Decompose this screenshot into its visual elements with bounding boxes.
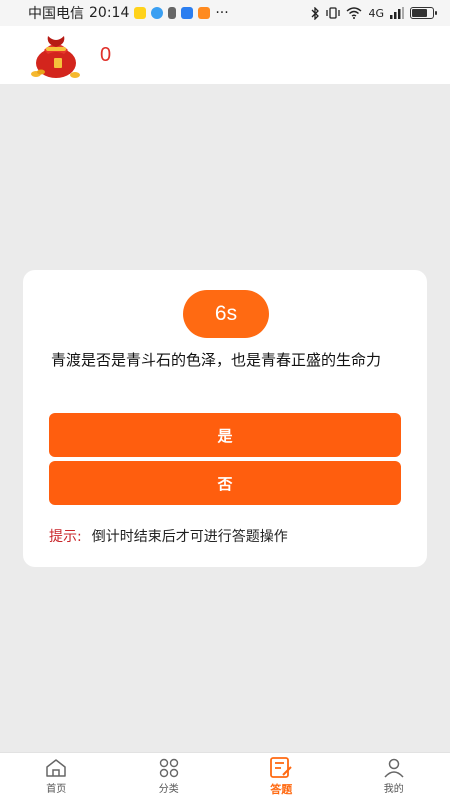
video-notification-icon [198,7,211,19]
bluetooth-icon [312,6,320,20]
battery-saver-icon [168,7,177,19]
shield-notification-icon [151,7,164,19]
hint: 提示: 倒计时结束后才可进行答题操作 [49,526,288,546]
home-icon [46,759,66,777]
bottom-nav: 首页 分类 答题 我的 [0,752,450,800]
money-bag-icon[interactable] [28,30,84,80]
answer-yes-button[interactable]: 是 [49,413,401,457]
answer-no-button[interactable]: 否 [49,461,401,505]
category-icon [159,758,178,778]
profile-icon [384,758,404,778]
nav-label-home: 首页 [46,784,67,795]
countdown-timer: 6s [183,290,269,338]
clock: 20:14 [89,5,130,21]
nav-label-profile: 我的 [383,784,404,795]
nav-item-profile[interactable]: 我的 [338,753,450,800]
network-type-label: 4G [368,6,384,20]
status-bar-right: 4G [310,6,437,20]
coin-count: 0 [100,43,112,66]
answer-icon [270,756,292,778]
battery-level [412,9,428,17]
status-bar-left: 中国电信 20:14 ··· [28,3,229,23]
carrier-label: 中国电信 [28,6,84,22]
question-text: 青渡是否是青斗石的色泽，也是青春正盛的生命力 [51,351,382,369]
vibrate-icon [326,7,341,19]
nav-item-category[interactable]: 分类 [113,753,226,800]
cloud-notification-icon [181,7,194,19]
status-bar: 中国电信 20:14 ··· 4G [0,0,450,26]
header: 0 [0,26,450,84]
hint-text: 倒计时结束后才可进行答题操作 [91,529,288,545]
nav-item-home[interactable]: 首页 [0,753,113,800]
hint-label: 提示: [49,529,82,545]
quiz-dialog: 6s 青渡是否是青斗石的色泽，也是青春正盛的生命力 是 否 提示: 倒计时结束后… [23,270,427,567]
notification-app-icon [134,7,147,19]
nav-label-category: 分类 [158,784,179,795]
nav-label-answer: 答题 [270,782,293,796]
nav-item-answer[interactable]: 答题 [225,753,338,800]
battery-icon [410,7,437,19]
more-notifications-icon: ··· [215,5,229,21]
wifi-icon [347,7,362,19]
signal-strength-icon [390,7,404,19]
